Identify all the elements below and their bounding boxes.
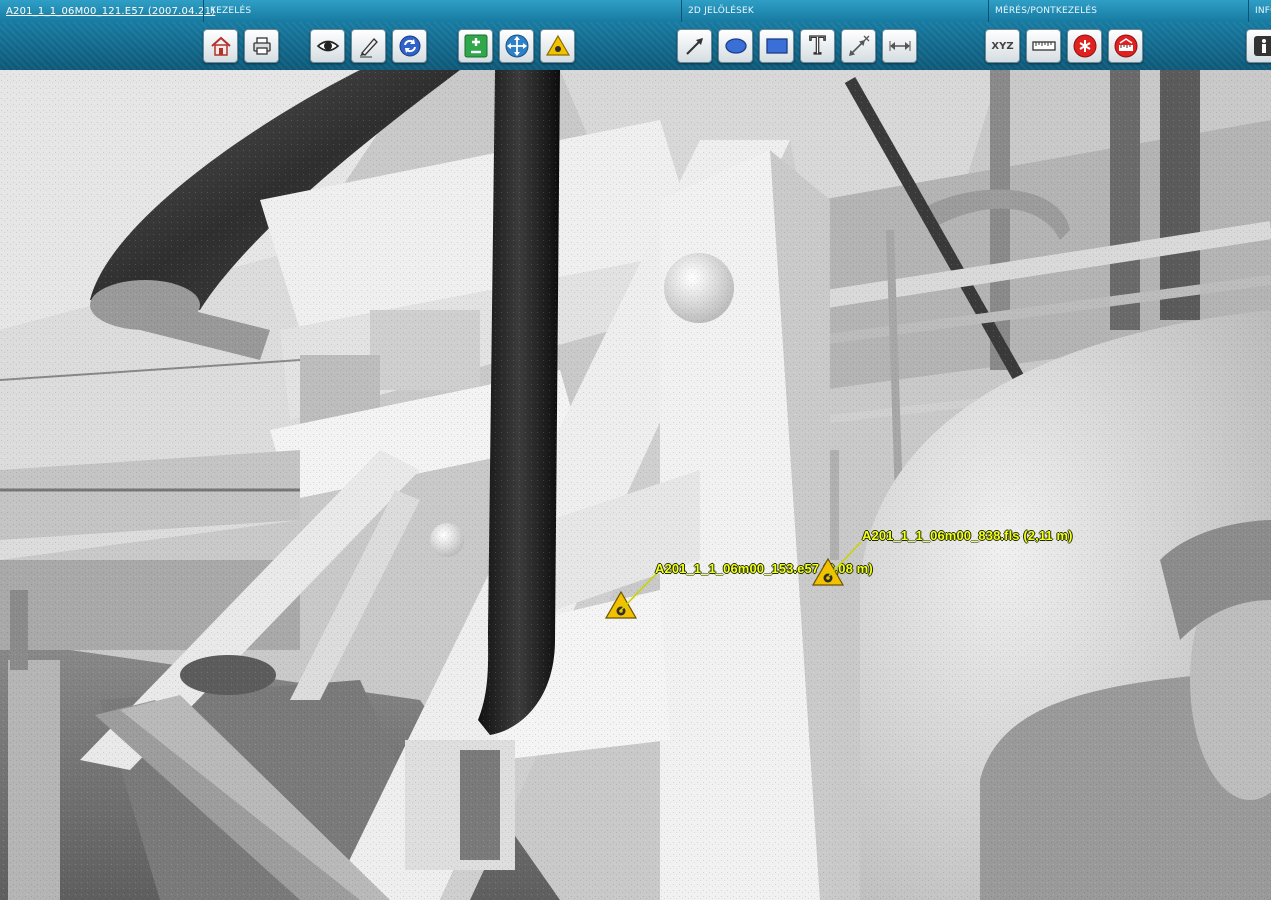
section-info: INFO <box>1248 0 1271 22</box>
measure-area-icon <box>1114 34 1137 58</box>
ruler-button[interactable] <box>1026 29 1061 63</box>
arrow-draw-button[interactable] <box>677 29 712 63</box>
ruler-icon <box>1031 41 1056 51</box>
print-button[interactable] <box>244 29 279 63</box>
file-title-section: A201_1_1_06M00_121.E57 (2007.04.21) <box>0 0 215 22</box>
scan-marker-2-label[interactable]: A201_1_1_06m00_838.fls (2,11 m) <box>862 528 1073 543</box>
text-button[interactable]: T <box>800 29 835 63</box>
zoom-plus-minus-button[interactable] <box>458 29 493 63</box>
eye-icon <box>316 40 339 52</box>
dimension-icon <box>848 35 869 56</box>
warning-marker-button[interactable] <box>540 29 575 63</box>
warning-marker-icon <box>545 34 570 56</box>
info-icon <box>1253 36 1271 56</box>
section-2d-jelolesek: 2D JELÖLÉSEK <box>681 0 981 22</box>
delete-point-button[interactable] <box>1067 29 1102 63</box>
dimension-button[interactable] <box>841 29 876 63</box>
width-arrows-icon <box>889 41 910 51</box>
xyz-button[interactable]: XYZ <box>985 29 1020 63</box>
zoom-plus-minus-icon <box>464 34 487 58</box>
width-arrows-button[interactable] <box>882 29 917 63</box>
arrow-draw-icon <box>685 38 703 55</box>
xyz-icon: XYZ <box>991 40 1014 52</box>
section-kezeles: KEZELÉS <box>203 0 673 22</box>
ellipse-icon <box>724 38 747 54</box>
print-icon <box>252 37 271 55</box>
info-button[interactable] <box>1246 29 1271 63</box>
file-title[interactable]: A201_1_1_06M00_121.E57 (2007.04.21) <box>6 6 215 17</box>
rectangle-icon <box>765 38 788 54</box>
point-cloud-view[interactable]: A201_1_1_06m00_153.e57 (3,08 m) A201_1_1… <box>0 70 1271 900</box>
move-button[interactable] <box>499 29 534 63</box>
measure-area-button[interactable] <box>1108 29 1143 63</box>
toolbar: T XYZ <box>0 22 1271 70</box>
pencil-icon <box>359 38 378 58</box>
move-icon <box>505 34 528 58</box>
rectangle-button[interactable] <box>759 29 794 63</box>
text-icon: T <box>809 31 826 60</box>
home-button[interactable] <box>203 29 238 63</box>
home-icon <box>210 36 231 56</box>
delete-point-icon <box>1073 34 1096 58</box>
section-meres-pontkezeles: MÉRÉS/PONTKEZELÉS <box>988 0 1248 22</box>
header: A201_1_1_06M00_121.E57 (2007.04.21) KEZE… <box>0 0 1271 70</box>
refresh-button[interactable] <box>392 29 427 63</box>
eye-button[interactable] <box>310 29 345 63</box>
section-bar: A201_1_1_06M00_121.E57 (2007.04.21) KEZE… <box>0 0 1271 23</box>
ellipse-button[interactable] <box>718 29 753 63</box>
scan-scene <box>0 70 1271 900</box>
scan-marker-2-leader-line <box>828 541 862 577</box>
refresh-icon <box>399 35 420 57</box>
pencil-button[interactable] <box>351 29 386 63</box>
